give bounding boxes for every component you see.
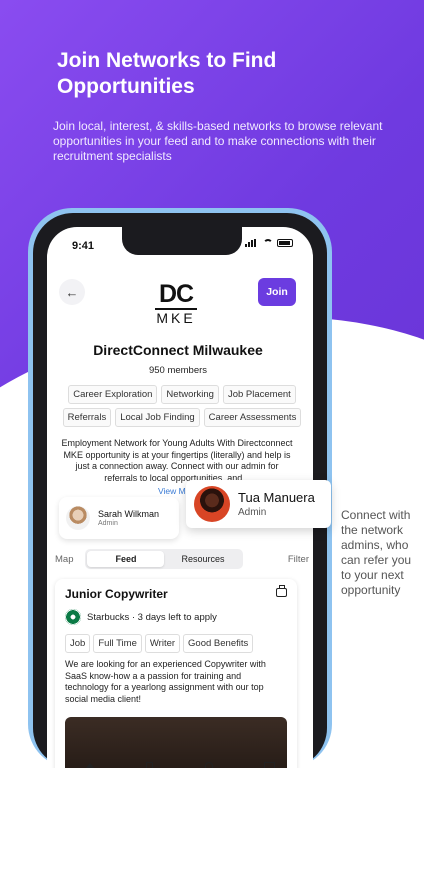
mail-icon[interactable] bbox=[264, 762, 276, 768]
admin-role: Admin bbox=[238, 507, 267, 518]
admin-name: Sarah Wilkman bbox=[98, 509, 160, 519]
bottom-nav bbox=[47, 762, 313, 768]
battery-icon bbox=[277, 239, 293, 247]
network-description: Employment Network for Young Adults With… bbox=[61, 438, 293, 483]
bell-icon[interactable] bbox=[204, 762, 213, 768]
job-tag: Job bbox=[65, 634, 91, 653]
network-logo: DC MKE bbox=[153, 282, 199, 330]
phone-notch bbox=[122, 227, 242, 255]
job-title: Junior Copywriter bbox=[65, 587, 168, 601]
job-tag: Writer bbox=[144, 634, 181, 653]
network-title: DirectConnect Milwaukee bbox=[93, 342, 263, 358]
document-icon[interactable] bbox=[146, 762, 154, 768]
job-description: We are looking for an experienced Copywr… bbox=[65, 659, 266, 704]
back-button[interactable]: ← bbox=[59, 279, 85, 305]
wifi-icon bbox=[263, 239, 273, 247]
member-count: 950 members bbox=[148, 365, 208, 376]
tab-switcher: Feed Resources bbox=[85, 549, 244, 569]
network-tag[interactable]: Career Assessments bbox=[203, 408, 302, 427]
join-button[interactable]: Join bbox=[258, 278, 296, 306]
network-tag[interactable]: Career Exploration bbox=[68, 385, 158, 404]
signal-icon bbox=[245, 239, 259, 247]
status-time: 9:41 bbox=[72, 240, 95, 252]
admin-card-featured[interactable]: Tua Manuera Admin bbox=[186, 480, 331, 528]
avatar bbox=[66, 506, 90, 530]
admin-card[interactable]: Sarah Wilkman Admin bbox=[59, 497, 179, 539]
tab-map[interactable]: Map bbox=[55, 554, 73, 565]
company-row: Starbucks · 3 days left to apply bbox=[65, 609, 217, 625]
avatar bbox=[194, 486, 230, 522]
arrow-left-icon: ← bbox=[65, 284, 79, 300]
network-tag[interactable]: Job Placement bbox=[222, 385, 296, 404]
tab-feed[interactable]: Feed bbox=[87, 551, 165, 567]
job-tags: Job Full Time Writer Good Benefits bbox=[65, 634, 254, 653]
network-tag[interactable]: Local Job Finding bbox=[115, 408, 200, 427]
job-image bbox=[65, 717, 287, 768]
promo-side-note: Connect with the network admins, who can… bbox=[341, 508, 412, 597]
job-tag: Good Benefits bbox=[183, 634, 254, 653]
home-icon[interactable] bbox=[84, 763, 95, 768]
job-tag: Full Time bbox=[93, 634, 142, 653]
network-tag[interactable]: Referrals bbox=[62, 408, 112, 427]
job-card[interactable]: Junior Copywriter Starbucks · 3 days lef… bbox=[55, 579, 297, 768]
network-tag[interactable]: Networking bbox=[161, 385, 219, 404]
filter-button[interactable]: Filter bbox=[288, 554, 309, 565]
promo-subtext: Join local, interest, & skills-based net… bbox=[53, 119, 383, 163]
company-line: Starbucks · 3 days left to apply bbox=[87, 611, 217, 623]
status-icons bbox=[245, 239, 293, 247]
admin-role: Admin bbox=[98, 520, 118, 527]
feed-tabs: Map Feed Resources Filter bbox=[55, 549, 309, 569]
tab-resources[interactable]: Resources bbox=[164, 551, 241, 567]
briefcase-icon bbox=[276, 585, 287, 597]
logo-mke: MKE bbox=[156, 310, 196, 326]
company-logo-icon bbox=[65, 609, 81, 625]
network-tags: Career Exploration Networking Job Placem… bbox=[57, 385, 307, 427]
logo-dc: DC bbox=[158, 280, 194, 308]
admin-name: Tua Manuera bbox=[238, 490, 315, 505]
promo-headline: Join Networks to Find Opportunities bbox=[57, 49, 277, 98]
